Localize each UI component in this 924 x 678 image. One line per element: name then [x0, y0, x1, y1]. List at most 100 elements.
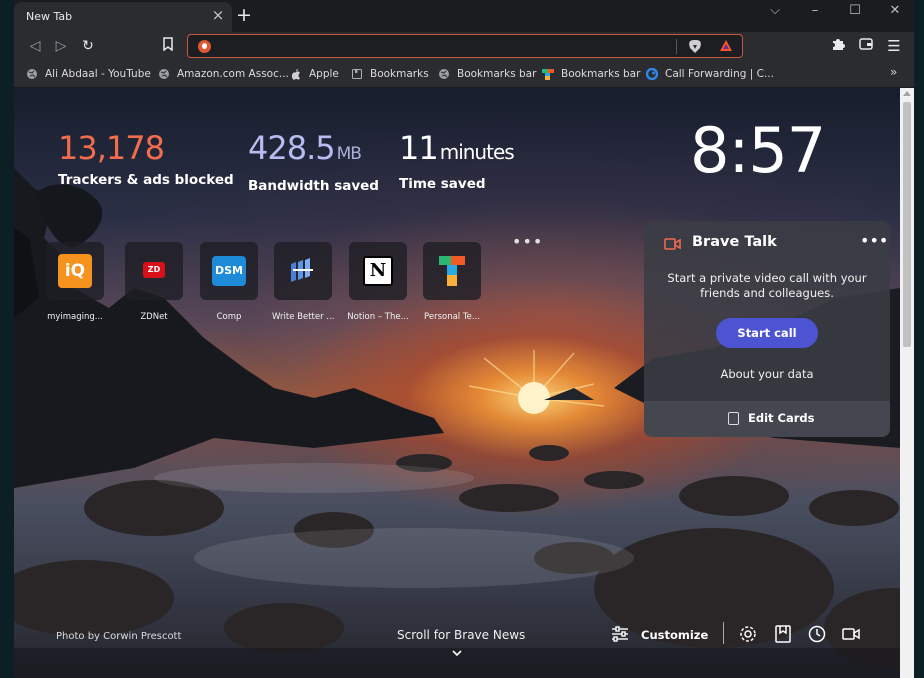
- edit-cards-label: Edit Cards: [748, 411, 815, 425]
- brave-rewards-icon[interactable]: [719, 39, 733, 53]
- notion-icon: N: [349, 242, 407, 300]
- bookmark-item[interactable]: Amazon.com Assoc...: [158, 66, 289, 82]
- tab-strip: New Tab × + ⌵ – ☐ ✕: [14, 0, 914, 32]
- bookmark-label: Call Forwarding | C...: [665, 68, 774, 80]
- stat-label: Trackers & ads blocked: [58, 172, 234, 188]
- bandwidth-value: 428.5: [248, 129, 336, 167]
- bookmark-item[interactable]: Apple: [290, 66, 339, 82]
- multicolor-icon: [542, 69, 554, 80]
- back-icon[interactable]: ◁: [26, 37, 44, 55]
- tile-label: Notion – The...: [347, 312, 409, 322]
- duckduckgo-icon: [198, 40, 211, 53]
- scrollbar[interactable]: [900, 88, 914, 678]
- stat-time: 11 minutes Time saved: [399, 128, 515, 192]
- bandwidth-unit: MB: [336, 144, 362, 164]
- sliders-icon[interactable]: [610, 624, 630, 644]
- scroll-brave-news[interactable]: Scroll for Brave News: [397, 628, 525, 642]
- zdnet-icon: ZD: [125, 242, 183, 300]
- bookmark-item[interactable]: Ali Abdaal - YouTube: [26, 66, 151, 82]
- video-camera-icon: [664, 238, 681, 250]
- scroll-thumb[interactable]: [903, 102, 911, 347]
- top-site-tile[interactable]: ZD ZDNet: [123, 242, 185, 322]
- globe-icon: [27, 69, 37, 79]
- top-site-tile[interactable]: Write Better ...: [272, 242, 334, 322]
- card-more-icon[interactable]: •••: [860, 231, 888, 250]
- minimize-icon[interactable]: –: [804, 3, 826, 19]
- settings-gear-icon[interactable]: [738, 624, 758, 644]
- top-site-tile[interactable]: Personal Te...: [421, 242, 483, 322]
- write-better-icon: [274, 242, 332, 300]
- bookmark-item[interactable]: Bookmarks: [351, 66, 429, 82]
- top-site-tile[interactable]: DSM Comp: [198, 242, 260, 322]
- edit-cards-button[interactable]: Edit Cards: [644, 401, 890, 437]
- personal-te-icon: [423, 242, 481, 300]
- omnibox-divider: [676, 39, 677, 54]
- address-bar[interactable]: [187, 34, 743, 58]
- bookmark-label: Bookmarks bar: [457, 68, 537, 80]
- stat-label: Time saved: [399, 176, 486, 192]
- wallet-icon[interactable]: [857, 37, 875, 55]
- card-title: Brave Talk: [692, 234, 777, 250]
- bookmarks-bar: Ali Abdaal - YouTube Amazon.com Assoc...…: [14, 60, 914, 88]
- tab-title: New Tab: [26, 10, 73, 23]
- bookmark-label: Apple: [309, 68, 339, 80]
- brave-talk-card: Brave Talk ••• Start a private video cal…: [644, 221, 890, 437]
- card-description: Start a private video call with your fri…: [667, 271, 867, 300]
- bookmark-label: Amazon.com Assoc...: [177, 68, 289, 80]
- time-saved-value: 11: [399, 129, 439, 167]
- reload-icon[interactable]: ↻: [79, 37, 97, 55]
- stat-trackers: 13,178 Trackers & ads blocked: [58, 128, 234, 188]
- extensions-puzzle-icon[interactable]: [829, 37, 847, 55]
- tile-label: Comp: [216, 312, 242, 322]
- top-sites-more-icon[interactable]: •••: [512, 232, 543, 251]
- menu-icon[interactable]: ☰: [885, 37, 903, 55]
- bookmark-item[interactable]: Bookmarks bar: [438, 66, 536, 82]
- top-site-tile[interactable]: iQ myimaging...: [44, 242, 106, 322]
- bookmarks-icon[interactable]: [773, 624, 793, 644]
- history-icon[interactable]: [807, 624, 827, 644]
- chevron-down-icon[interactable]: ⌵: [764, 3, 786, 19]
- apple-icon: [291, 69, 300, 80]
- iq-icon: iQ: [46, 242, 104, 300]
- new-tab-plus-icon[interactable]: +: [234, 5, 254, 25]
- window-close-icon[interactable]: ✕: [884, 3, 906, 19]
- bookmark-item[interactable]: Call Forwarding | C...: [646, 66, 774, 82]
- tile-label: ZDNet: [140, 312, 168, 322]
- brave-shields-icon[interactable]: [688, 39, 702, 54]
- video-call-icon[interactable]: [841, 624, 861, 644]
- start-call-button[interactable]: Start call: [716, 318, 818, 348]
- blue-swirl-icon: [646, 68, 658, 80]
- bookmark-label: Bookmarks: [370, 68, 429, 80]
- tile-label: Personal Te...: [424, 312, 480, 322]
- bookmark-item[interactable]: Bookmarks bar: [542, 66, 640, 82]
- about-data-link[interactable]: About your data: [664, 367, 870, 381]
- tile-label: Write Better ...: [272, 312, 334, 322]
- bookmark-icon[interactable]: [159, 37, 177, 55]
- trackers-count: 13,178: [58, 129, 165, 167]
- maximize-icon[interactable]: ☐: [844, 3, 866, 19]
- tab-new-tab[interactable]: New Tab ×: [14, 2, 232, 32]
- browser-window: New Tab × + ⌵ – ☐ ✕ ◁ ▷ ↻ ☰ Ali Abdaal -…: [14, 0, 914, 678]
- scroll-up-arrow-icon[interactable]: [903, 91, 911, 96]
- dsm-icon: DSM: [200, 242, 258, 300]
- close-tab-icon[interactable]: ×: [210, 7, 226, 23]
- chevron-down-icon[interactable]: [452, 648, 462, 658]
- clock: 8:57: [690, 114, 826, 187]
- forward-icon[interactable]: ▷: [52, 37, 70, 55]
- globe-icon: [439, 69, 449, 79]
- time-saved-unit: minutes: [439, 140, 515, 164]
- bookmark-label: Bookmarks bar: [561, 68, 641, 80]
- bookmarks-overflow-icon[interactable]: »: [890, 65, 897, 79]
- new-tab-page: 13,178 Trackers & ads blocked 428.5 MB Ba…: [14, 88, 900, 678]
- customize-button[interactable]: Customize: [641, 628, 708, 642]
- toolbar: ◁ ▷ ↻ ☰: [14, 32, 914, 60]
- globe-icon: [159, 69, 169, 79]
- tile-label: myimaging...: [47, 312, 103, 322]
- edit-cards-icon: [728, 412, 739, 425]
- stat-bandwidth: 428.5 MB Bandwidth saved: [248, 128, 379, 194]
- photo-credit[interactable]: Photo by Corwin Prescott: [56, 631, 181, 642]
- footer-divider: [723, 622, 724, 644]
- stat-label: Bandwidth saved: [248, 178, 379, 194]
- bookmark-page-icon: [352, 69, 362, 79]
- top-site-tile[interactable]: N Notion – The...: [347, 242, 409, 322]
